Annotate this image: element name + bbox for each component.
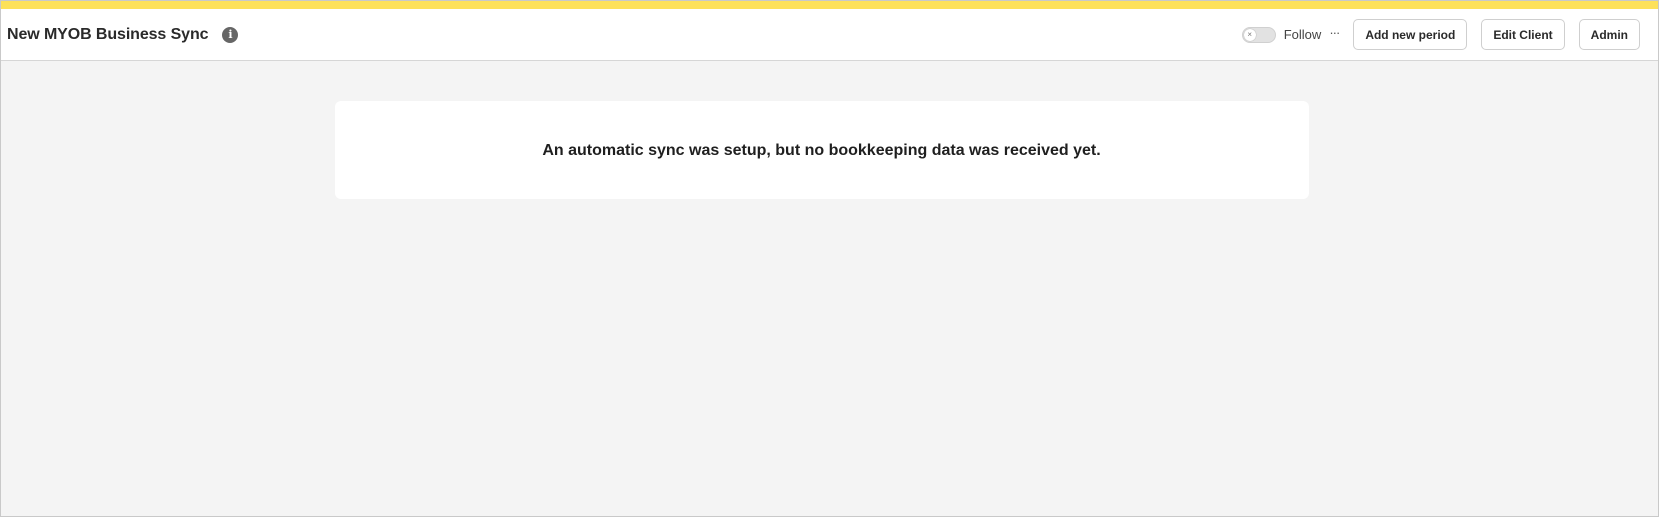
more-options-icon[interactable]: ··· bbox=[1329, 25, 1340, 45]
close-icon: × bbox=[1243, 28, 1256, 41]
page-header: New MYOB Business Sync i × Follow ··· Ad… bbox=[1, 9, 1658, 61]
main-content: An automatic sync was setup, but no book… bbox=[1, 61, 1658, 199]
add-new-period-button[interactable]: Add new period bbox=[1353, 19, 1468, 50]
edit-client-button[interactable]: Edit Client bbox=[1481, 19, 1565, 50]
accent-bar bbox=[1, 1, 1658, 9]
header-actions: × Follow ··· Add new period Edit Client … bbox=[1241, 19, 1640, 50]
header-left: New MYOB Business Sync i bbox=[7, 25, 239, 44]
follow-label: Follow bbox=[1283, 27, 1322, 42]
follow-toggle[interactable]: × bbox=[1241, 26, 1276, 43]
sync-notice-text: An automatic sync was setup, but no book… bbox=[542, 142, 1101, 159]
info-icon[interactable]: i bbox=[222, 26, 239, 43]
admin-button[interactable]: Admin bbox=[1578, 19, 1640, 50]
sync-notice-card: An automatic sync was setup, but no book… bbox=[334, 101, 1309, 199]
page-title: New MYOB Business Sync bbox=[7, 25, 209, 43]
app-window: New MYOB Business Sync i × Follow ··· Ad… bbox=[0, 0, 1659, 517]
